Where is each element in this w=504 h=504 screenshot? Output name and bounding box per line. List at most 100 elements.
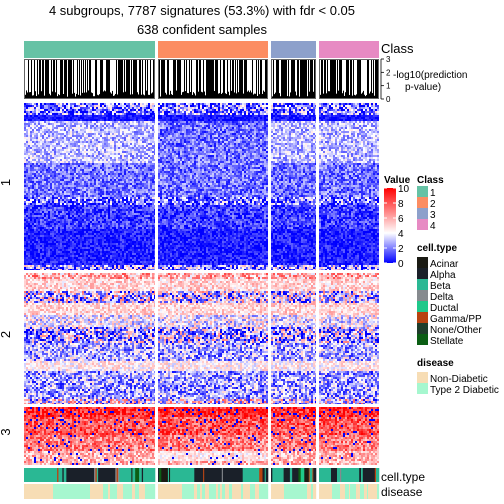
celltype-cell [98,468,116,482]
prediction-bar [177,60,178,98]
prediction-bar [74,92,75,98]
prediction-bar [328,91,329,98]
celltype-cell [337,468,341,482]
prediction-bar [36,96,37,98]
prediction-bar [65,60,66,98]
disease-cell [241,484,244,499]
class-bar-2 [158,41,268,58]
prediction-panel-3 [271,59,316,99]
prediction-bar [310,60,311,98]
prediction-bar [113,95,114,98]
disease-legend-swatch [417,372,428,383]
prediction-bar [327,60,328,98]
disease-cell [340,484,346,499]
disease-cell [115,484,118,499]
prediction-bar [195,95,196,98]
disease-cell [345,484,350,499]
prediction-bar [53,60,54,98]
prediction-bar [210,60,211,98]
disease-cell [250,484,256,499]
disease-cell [24,484,27,499]
prediction-panel-1 [24,59,155,99]
disease-cell [163,484,166,499]
prediction-bar [330,60,331,98]
prediction-bar [183,91,184,98]
prediction-bar [285,60,286,98]
prediction-bar [119,60,120,98]
prediction-bar [61,60,62,98]
prediction-bar [122,60,123,98]
prediction-bar [214,90,215,98]
prediction-bar [226,94,227,98]
prediction-bar [236,93,237,98]
prediction-bar [109,60,110,98]
prediction-bar [373,60,374,98]
class-legend-swatch [417,219,428,230]
prediction-bar [293,60,294,98]
prediction-bar [85,60,86,98]
prediction-bar [237,60,238,98]
prediction-bar [63,94,64,98]
prediction-bar [215,60,216,98]
celltype-cell [289,468,293,482]
prediction-bar [322,60,323,98]
prediction-bar [38,94,39,98]
prediction-bar [64,60,65,98]
prediction-bar [111,93,112,98]
disease-cell [85,484,90,499]
celltype-legend-label: None/Other [430,325,482,336]
prediction-bar [365,96,366,98]
prediction-bar [340,60,341,98]
disease-cell [59,484,65,499]
prediction-bar [34,60,35,98]
prediction-bar [171,94,172,98]
celltype-legend-swatch [417,268,428,279]
prediction-bar [110,92,111,98]
celltype-legend-title: cell.type [417,243,457,254]
prediction-bar [249,92,250,98]
prediction-bar [303,60,304,98]
prediction-bar [120,60,121,98]
prediction-bar [359,60,360,98]
disease-cell [218,484,221,499]
disease-cell [90,484,94,499]
prediction-bar [320,94,321,98]
celltype-cell [222,468,243,482]
prediction-bar [229,95,230,98]
prediction-bar [255,93,256,98]
celltype-cell [63,468,67,482]
class-annotation-label: Class [381,41,414,56]
prediction-bar [81,60,82,98]
disease-cell [31,484,36,499]
prediction-bar [225,93,226,98]
prediction-bar [82,92,83,98]
disease-cell [132,484,136,499]
prediction-bar [33,95,34,98]
class-legend-swatch [417,208,428,219]
celltype-cell [309,468,313,482]
prediction-bar [89,60,90,98]
disease-legend-swatch [417,383,428,394]
prediction-bar [199,60,200,98]
prediction-bar [296,95,297,98]
prediction-bar [166,94,167,98]
prediction-bar [238,92,239,98]
disease-cell [53,484,56,499]
prediction-bar [175,60,176,98]
disease-cell [119,484,124,499]
prediction-bar [351,60,352,98]
prediction-bar [147,60,148,98]
prediction-bar [331,60,332,98]
disease-cell [329,484,333,499]
row-group-label-2: 2 [0,331,13,338]
prediction-bar [152,92,153,98]
prediction-bar [307,96,308,98]
prediction-bar [297,60,298,98]
celltype-legend-label: Stellate [430,336,464,347]
prediction-bar [124,60,125,98]
prediction-bar [321,60,322,98]
prediction-bar [149,94,150,98]
prediction-bar [305,60,306,98]
disease-legend-label: Non-Diabetic [430,374,488,385]
prediction-bar [167,60,168,98]
